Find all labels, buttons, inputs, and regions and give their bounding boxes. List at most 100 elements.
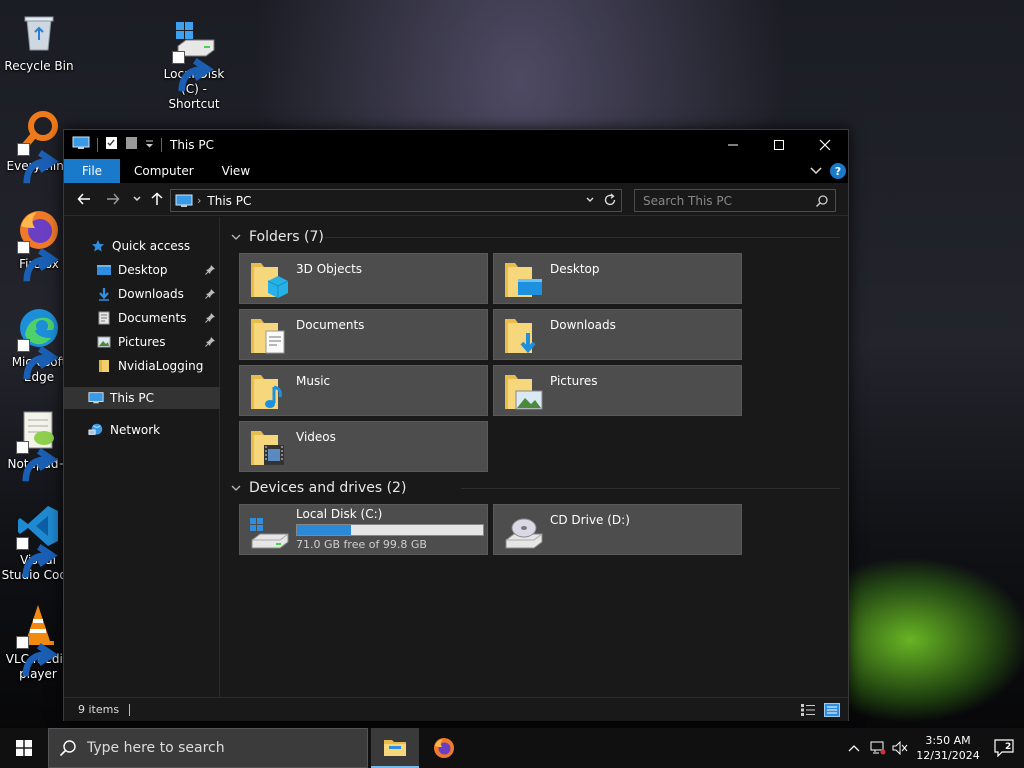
- clock[interactable]: 3:50 AM 12/31/2024: [912, 733, 984, 763]
- shortcut-arrow-icon: [17, 241, 59, 282]
- network-disconnected-icon: [870, 741, 886, 755]
- sidebar-item-label: Pictures: [118, 335, 166, 349]
- breadcrumb-this-pc[interactable]: This PC: [207, 194, 251, 208]
- tab-file[interactable]: File: [64, 159, 120, 183]
- tile-label: Local Disk (C:): [296, 507, 383, 521]
- address-dropdown-button[interactable]: [585, 193, 595, 210]
- pin-icon[interactable]: [205, 264, 216, 278]
- maximize-button[interactable]: [756, 130, 802, 159]
- folder-tile-music[interactable]: Music: [239, 365, 488, 416]
- sidebar-item-quick-access[interactable]: Quick access: [64, 235, 220, 257]
- network-icon: [88, 422, 104, 438]
- maximize-icon: [774, 139, 784, 150]
- address-bar[interactable]: › This PC: [170, 189, 622, 212]
- refresh-button[interactable]: [603, 193, 617, 210]
- network-status-button[interactable]: [870, 741, 886, 755]
- this-pc-icon: [88, 390, 104, 406]
- folder-tile-videos[interactable]: Videos: [239, 421, 488, 472]
- pictures-folder-icon: [502, 371, 544, 413]
- chevron-down-icon: [231, 234, 241, 240]
- title-bar[interactable]: This PC: [64, 130, 848, 159]
- refresh-icon: [604, 193, 616, 206]
- sidebar-item-desktop[interactable]: Desktop: [64, 259, 220, 281]
- tab-view[interactable]: View: [208, 159, 264, 183]
- sidebar-item-label: Network: [110, 423, 161, 437]
- documents-folder-icon: [248, 315, 290, 357]
- up-button[interactable]: [149, 191, 165, 207]
- tile-label: Downloads: [550, 318, 616, 332]
- tab-computer[interactable]: Computer: [120, 159, 208, 183]
- drive-usage-bar: [296, 524, 484, 536]
- volume-button[interactable]: [892, 741, 908, 755]
- pin-icon[interactable]: [205, 288, 216, 302]
- sidebar-item-downloads[interactable]: Downloads: [64, 283, 220, 305]
- drive-tile-cd-drive-d[interactable]: CD Drive (D:): [493, 504, 742, 555]
- taskbar-app-firefox[interactable]: [420, 728, 468, 768]
- chevron-up-icon: [848, 745, 860, 752]
- taskbar-search-box[interactable]: Type here to search: [48, 728, 368, 768]
- windows-logo-icon: [16, 740, 32, 756]
- this-pc-small-icon: [175, 194, 193, 208]
- large-icons-view-button[interactable]: [824, 703, 840, 720]
- drive-tile-local-disk-c[interactable]: Local Disk (C:) 71.0 GB free of 99.8 GB: [239, 504, 488, 555]
- sidebar-item-label: Quick access: [112, 239, 191, 253]
- sidebar-item-network[interactable]: Network: [64, 419, 220, 441]
- folder-tile-pictures[interactable]: Pictures: [493, 365, 742, 416]
- search-input[interactable]: [643, 193, 803, 208]
- recycle-bin-icon: [15, 8, 63, 56]
- new-folder-icon[interactable]: [125, 136, 138, 153]
- clock-time: 3:50 AM: [925, 734, 971, 747]
- sidebar-item-nvidialogging[interactable]: NvidiaLogging: [64, 355, 220, 377]
- minimize-button[interactable]: [710, 130, 756, 159]
- qat-separator: [97, 137, 98, 152]
- magnifier-icon: [15, 108, 63, 184]
- ribbon-right-controls: ?: [810, 159, 846, 183]
- shortcut-arrow-icon: [16, 441, 58, 482]
- edge-icon: [15, 304, 63, 380]
- shortcut-arrow-icon: [17, 143, 59, 184]
- folder-tile-downloads[interactable]: Downloads: [493, 309, 742, 360]
- notepad-plus-icon: [14, 406, 62, 482]
- document-icon: [96, 310, 112, 326]
- forward-button[interactable]: [105, 191, 121, 207]
- folder-tile-3d-objects[interactable]: 3D Objects: [239, 253, 488, 304]
- folder-tile-desktop[interactable]: Desktop: [493, 253, 742, 304]
- action-center-button[interactable]: 2: [984, 728, 1024, 768]
- properties-icon[interactable]: [105, 136, 118, 153]
- sidebar-item-label: This PC: [110, 391, 154, 405]
- sidebar-item-this-pc[interactable]: This PC: [64, 387, 220, 409]
- sidebar-item-documents[interactable]: Documents: [64, 307, 220, 329]
- taskbar-app-file-explorer[interactable]: [371, 728, 419, 768]
- navigation-pane: Quick access Desktop Downloads Documents…: [64, 217, 220, 697]
- system-tray: 3:50 AM 12/31/2024 2: [848, 728, 1024, 768]
- search-icon[interactable]: [815, 194, 829, 211]
- window-controls: [710, 130, 848, 159]
- start-button[interactable]: [0, 728, 48, 768]
- chevron-down-icon: [133, 196, 141, 202]
- folders-group-header[interactable]: Folders (7): [231, 227, 324, 247]
- item-count: 9 items: [78, 703, 120, 716]
- volume-muted-icon: [892, 741, 908, 755]
- desktop-icon-recycle-bin[interactable]: Recycle Bin: [1, 8, 77, 74]
- details-view-button[interactable]: [800, 703, 816, 720]
- help-icon[interactable]: ?: [830, 163, 846, 179]
- pin-icon[interactable]: [205, 336, 216, 350]
- sidebar-item-pictures[interactable]: Pictures: [64, 331, 220, 353]
- chevron-down-icon: [586, 197, 594, 202]
- close-button[interactable]: [802, 130, 848, 159]
- breadcrumb-chevron-icon[interactable]: ›: [197, 194, 201, 207]
- pin-icon[interactable]: [205, 312, 216, 326]
- devices-group-header[interactable]: Devices and drives (2): [231, 478, 406, 498]
- window-title: This PC: [170, 137, 214, 152]
- search-box: [634, 189, 836, 212]
- vscode-icon: [14, 502, 62, 578]
- recent-locations-button[interactable]: [129, 191, 145, 207]
- expand-ribbon-button[interactable]: [810, 164, 822, 178]
- back-button[interactable]: [76, 191, 92, 207]
- show-hidden-icons-button[interactable]: [848, 744, 860, 752]
- qat-dropdown-icon[interactable]: [145, 138, 154, 152]
- folder-tile-documents[interactable]: Documents: [239, 309, 488, 360]
- desktop-icon-local-disk-shortcut[interactable]: Local Disk (C) - Shortcut: [156, 16, 232, 112]
- arrow-left-icon: [77, 193, 90, 205]
- shortcut-arrow-icon: [17, 339, 59, 380]
